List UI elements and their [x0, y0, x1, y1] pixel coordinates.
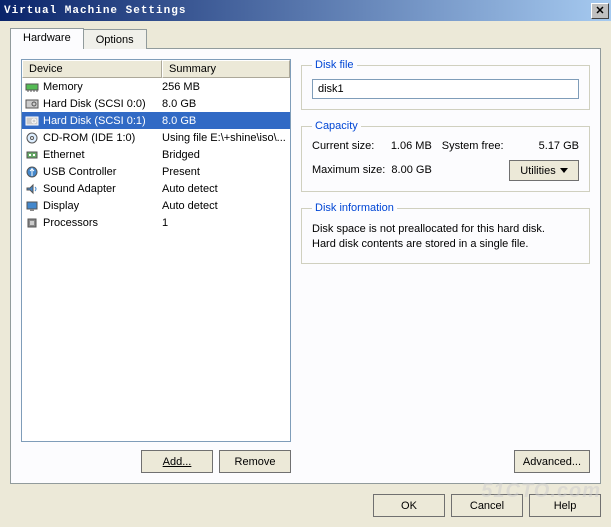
tab-options[interactable]: Options: [83, 29, 147, 49]
title-bar: Virtual Machine Settings ✕: [0, 0, 611, 21]
disk-file-field[interactable]: disk1: [312, 79, 579, 99]
list-item[interactable]: USB ControllerPresent: [22, 163, 290, 180]
left-column: Device Summary Memory256 MBHard Disk (SC…: [21, 59, 291, 473]
close-icon: ✕: [595, 4, 604, 17]
list-item[interactable]: Processors1: [22, 214, 290, 231]
advanced-button[interactable]: Advanced...: [514, 450, 590, 473]
display-icon: [24, 199, 40, 213]
col-header-summary[interactable]: Summary: [162, 60, 290, 78]
tab-strip: Hardware Options: [10, 28, 601, 49]
disk-info-line2: Hard disk contents are stored in a singl…: [312, 237, 579, 252]
hdd-icon: [24, 114, 40, 128]
tab-hardware[interactable]: Hardware: [10, 28, 84, 49]
close-button[interactable]: ✕: [591, 3, 609, 19]
list-item[interactable]: Sound AdapterAuto detect: [22, 180, 290, 197]
device-summary: Present: [162, 166, 288, 178]
net-icon: [24, 148, 40, 162]
bottom-buttons: OK Cancel Help: [10, 484, 601, 517]
device-name: Processors: [43, 217, 162, 229]
list-item[interactable]: Memory256 MB: [22, 78, 290, 95]
ok-button[interactable]: OK: [373, 494, 445, 517]
dialog-body: Hardware Options Device Summary Memory25…: [0, 21, 611, 527]
disk-info-line1: Disk space is not preallocated for this …: [312, 222, 579, 237]
disk-file-legend: Disk file: [312, 59, 357, 71]
disk-info-group: Disk information Disk space is not preal…: [301, 202, 590, 264]
chevron-down-icon: [560, 168, 568, 173]
capacity-legend: Capacity: [312, 120, 361, 132]
list-item[interactable]: EthernetBridged: [22, 146, 290, 163]
list-item[interactable]: Hard Disk (SCSI 0:0)8.0 GB: [22, 95, 290, 112]
advanced-wrap: Advanced...: [301, 446, 590, 473]
device-summary: 8.0 GB: [162, 98, 288, 110]
left-buttons: Add... Remove: [21, 450, 291, 473]
device-summary: Bridged: [162, 149, 288, 161]
device-summary: Using file E:\+shine\iso\...: [162, 132, 288, 144]
list-item[interactable]: Hard Disk (SCSI 0:1)8.0 GB: [22, 112, 290, 129]
remove-button[interactable]: Remove: [219, 450, 291, 473]
device-summary: Auto detect: [162, 200, 288, 212]
device-name: Memory: [43, 81, 162, 93]
device-name: Display: [43, 200, 162, 212]
list-rows: Memory256 MBHard Disk (SCSI 0:0)8.0 GBHa…: [22, 78, 290, 231]
sound-icon: [24, 182, 40, 196]
max-size-value: 8.00 GB: [388, 164, 442, 176]
list-item[interactable]: DisplayAuto detect: [22, 197, 290, 214]
disk-info-text: Disk space is not preallocated for this …: [312, 222, 579, 253]
add-button[interactable]: Add...: [141, 450, 213, 473]
utilities-button[interactable]: Utilities: [509, 160, 579, 181]
list-item[interactable]: CD-ROM (IDE 1:0)Using file E:\+shine\iso…: [22, 129, 290, 146]
device-summary: 8.0 GB: [162, 115, 288, 127]
cancel-button[interactable]: Cancel: [451, 494, 523, 517]
capacity-group: Capacity Current size: 1.06 MB System fr…: [301, 120, 590, 192]
device-name: Hard Disk (SCSI 0:1): [43, 115, 162, 127]
cd-icon: [24, 131, 40, 145]
hdd-icon: [24, 97, 40, 111]
device-summary: 256 MB: [162, 81, 288, 93]
device-summary: Auto detect: [162, 183, 288, 195]
device-name: Sound Adapter: [43, 183, 162, 195]
memory-icon: [24, 80, 40, 94]
capacity-grid: Current size: 1.06 MB System free: 5.17 …: [312, 140, 579, 181]
disk-info-legend: Disk information: [312, 202, 397, 214]
right-column: Disk file disk1 Capacity Current size: 1…: [301, 59, 590, 473]
window-title: Virtual Machine Settings: [4, 5, 591, 17]
list-header: Device Summary: [22, 60, 290, 78]
device-name: Ethernet: [43, 149, 162, 161]
usb-icon: [24, 165, 40, 179]
help-button[interactable]: Help: [529, 494, 601, 517]
cpu-icon: [24, 216, 40, 230]
current-size-label: Current size:: [312, 140, 388, 152]
max-size-label: Maximum size:: [312, 164, 388, 176]
col-header-device[interactable]: Device: [22, 60, 162, 78]
device-name: Hard Disk (SCSI 0:0): [43, 98, 162, 110]
device-name: CD-ROM (IDE 1:0): [43, 132, 162, 144]
system-free-label: System free:: [442, 140, 506, 152]
tab-panel: Device Summary Memory256 MBHard Disk (SC…: [10, 48, 601, 484]
current-size-value: 1.06 MB: [388, 140, 442, 152]
system-free-value: 5.17 GB: [506, 140, 579, 152]
device-summary: 1: [162, 217, 288, 229]
device-name: USB Controller: [43, 166, 162, 178]
device-list[interactable]: Device Summary Memory256 MBHard Disk (SC…: [21, 59, 291, 442]
disk-file-group: Disk file disk1: [301, 59, 590, 110]
